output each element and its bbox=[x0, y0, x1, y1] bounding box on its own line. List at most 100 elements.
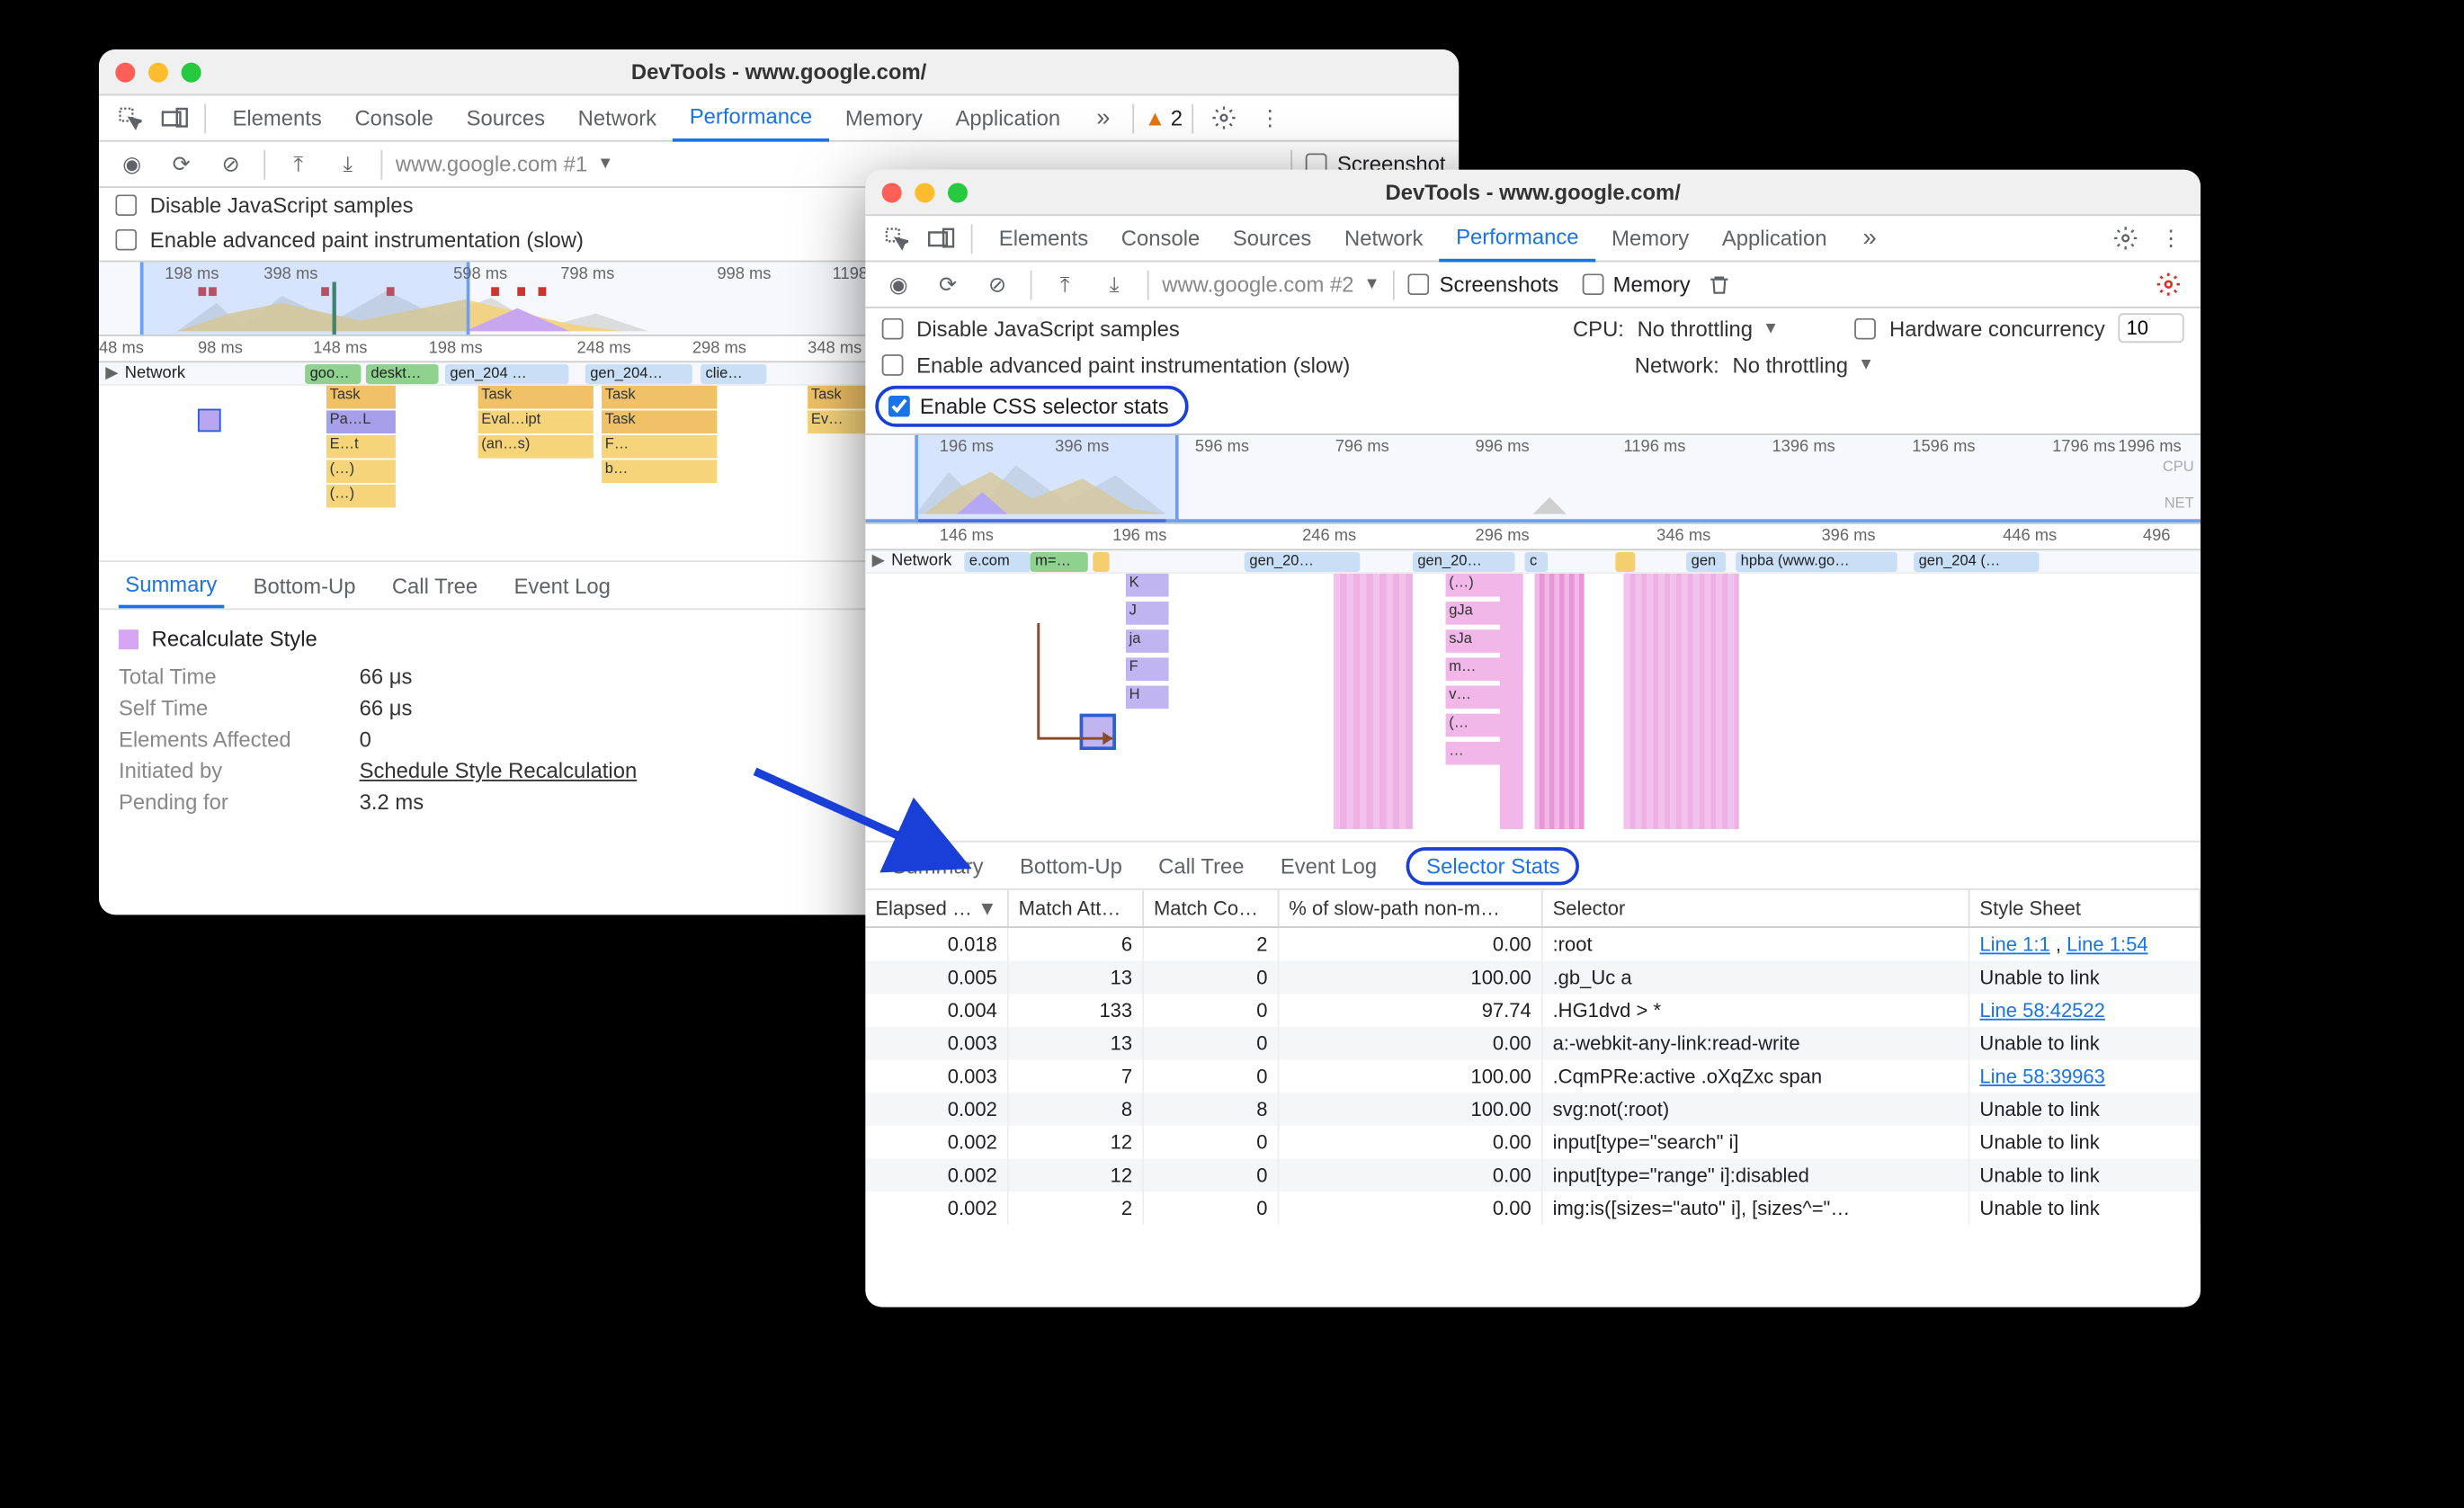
network-request[interactable]: gen_204 … bbox=[445, 364, 568, 384]
flame-frame[interactable]: F bbox=[1126, 657, 1169, 681]
disable-js-checkbox[interactable] bbox=[882, 317, 904, 339]
stylesheet-link[interactable]: Line 1:54 bbox=[2067, 932, 2148, 956]
detail-tab-summary[interactable]: Summary bbox=[885, 843, 990, 888]
detail-tab-selector-stats[interactable]: Selector Stats bbox=[1406, 846, 1579, 884]
flame-frame[interactable]: Task bbox=[478, 386, 594, 409]
detail-tab-summary[interactable]: Summary bbox=[119, 562, 224, 608]
network-request[interactable]: gen_204 (… bbox=[1914, 552, 2039, 572]
minimize-icon[interactable] bbox=[915, 183, 934, 202]
flame-frame[interactable]: K bbox=[1126, 574, 1169, 597]
stylesheet-link[interactable]: Line 58:42522 bbox=[1979, 999, 2104, 1022]
kebab-menu-icon[interactable]: ⋮ bbox=[1250, 98, 1290, 138]
tab-performance[interactable]: Performance bbox=[1440, 215, 1595, 261]
col-header[interactable]: Match Att… bbox=[1008, 890, 1143, 927]
flame-frame[interactable]: Task bbox=[602, 386, 717, 409]
tab-console[interactable]: Console bbox=[1104, 215, 1216, 261]
reload-icon[interactable]: ⟳ bbox=[162, 144, 201, 183]
advanced-paint-checkbox[interactable] bbox=[882, 354, 904, 376]
flame-frame[interactable]: (…) bbox=[326, 460, 396, 483]
tab-application[interactable]: Application bbox=[1706, 215, 1844, 261]
minimize-icon[interactable] bbox=[148, 62, 168, 82]
network-request[interactable]: gen_20… bbox=[1245, 552, 1360, 572]
reload-icon[interactable]: ⟳ bbox=[928, 264, 968, 304]
col-header[interactable]: Style Sheet bbox=[1969, 890, 2201, 927]
flame-frame[interactable]: ja bbox=[1126, 629, 1169, 653]
stylesheet-link[interactable]: Line 58:39963 bbox=[1979, 1065, 2104, 1088]
stylesheet-link[interactable]: Line 1:1 bbox=[1979, 932, 2049, 956]
more-tabs-icon[interactable]: » bbox=[1084, 98, 1123, 138]
flame-frame[interactable]: F… bbox=[602, 435, 717, 459]
screenshots-checkbox[interactable] bbox=[1408, 273, 1430, 295]
col-header[interactable]: Elapsed … ▼ bbox=[865, 890, 1007, 927]
close-icon[interactable] bbox=[115, 62, 135, 82]
tab-elements[interactable]: Elements bbox=[982, 215, 1104, 261]
network-request[interactable]: m=… bbox=[1031, 552, 1088, 572]
col-header[interactable]: % of slow-path non-m… bbox=[1278, 890, 1541, 927]
download-icon[interactable]: ⤓ bbox=[1094, 264, 1134, 304]
advanced-paint-checkbox[interactable] bbox=[115, 229, 137, 251]
warning-badge[interactable]: ▲ 2 bbox=[1145, 105, 1183, 129]
flame-frame[interactable]: sJa bbox=[1446, 629, 1502, 653]
tab-network[interactable]: Network bbox=[1328, 215, 1440, 261]
overview-minimap[interactable]: CPU NET 196 ms396 ms596 ms796 ms996 ms11… bbox=[865, 433, 2201, 524]
clear-icon[interactable]: ⊘ bbox=[978, 264, 1017, 304]
network-request[interactable]: gen_204… bbox=[585, 364, 692, 384]
flame-frame[interactable]: J bbox=[1126, 602, 1169, 625]
tab-sources[interactable]: Sources bbox=[1217, 215, 1328, 261]
upload-icon[interactable]: ⤒ bbox=[279, 144, 318, 183]
settings-warning-icon[interactable] bbox=[2147, 264, 2187, 304]
detail-tab-event-log[interactable]: Event Log bbox=[507, 562, 617, 608]
flame-frame[interactable]: (…) bbox=[1446, 574, 1502, 597]
zoom-icon[interactable] bbox=[182, 62, 201, 82]
flame-frame[interactable]: … bbox=[1446, 742, 1502, 765]
col-header[interactable]: Match Co… bbox=[1143, 890, 1278, 927]
network-track[interactable]: ▶ Network e.comm=…gen_20…gen_20…cgenhpba… bbox=[865, 550, 2201, 574]
table-row[interactable]: 0.0021200.00input[type="search" i]Unable… bbox=[865, 1126, 2200, 1159]
flame-frame[interactable]: Task bbox=[602, 410, 717, 433]
flame-frame[interactable]: gJa bbox=[1446, 602, 1502, 625]
network-request[interactable]: goo… bbox=[305, 364, 361, 384]
settings-gear-icon[interactable] bbox=[1204, 98, 1244, 138]
flame-frame[interactable]: Task bbox=[808, 386, 873, 409]
flame-frame[interactable]: Ev… bbox=[808, 410, 873, 433]
network-request[interactable]: gen bbox=[1686, 552, 1726, 572]
garbage-collect-icon[interactable] bbox=[1701, 264, 1740, 304]
detail-tab-call-tree[interactable]: Call Tree bbox=[1152, 843, 1251, 888]
zoom-icon[interactable] bbox=[948, 183, 968, 202]
recording-dropdown[interactable]: www.google.com #2 ▼ bbox=[1162, 272, 1379, 296]
initiated-link[interactable]: Schedule Style Recalculation bbox=[360, 758, 638, 782]
css-selector-stats-checkbox[interactable] bbox=[888, 396, 910, 417]
network-request[interactable] bbox=[1093, 552, 1109, 572]
css-selector-stats-option[interactable]: Enable CSS selector stats bbox=[875, 386, 1188, 427]
tab-sources[interactable]: Sources bbox=[450, 94, 561, 140]
tab-network[interactable]: Network bbox=[561, 94, 673, 140]
disable-js-checkbox[interactable] bbox=[115, 194, 137, 216]
table-row[interactable]: 0.00288100.00svg:not(:root)Unable to lin… bbox=[865, 1093, 2200, 1126]
table-row[interactable]: 0.0021200.00input[type="range" i]:disabl… bbox=[865, 1159, 2200, 1192]
detail-tab-bottom-up[interactable]: Bottom-Up bbox=[246, 562, 362, 608]
tab-elements[interactable]: Elements bbox=[216, 94, 338, 140]
flame-frame[interactable]: b… bbox=[602, 460, 717, 483]
tab-memory[interactable]: Memory bbox=[1595, 215, 1706, 261]
tab-memory[interactable]: Memory bbox=[828, 94, 939, 140]
flame-frame[interactable]: H bbox=[1126, 686, 1169, 709]
network-request[interactable]: c bbox=[1525, 552, 1549, 572]
table-row[interactable]: 0.00370100.00.CqmPRe:active .oXqZxc span… bbox=[865, 1060, 2200, 1093]
detail-tab-event-log[interactable]: Event Log bbox=[1274, 843, 1384, 888]
memory-checkbox[interactable] bbox=[1582, 273, 1603, 295]
flame-frame[interactable]: Task bbox=[326, 386, 396, 409]
download-icon[interactable]: ⤓ bbox=[328, 144, 368, 183]
close-icon[interactable] bbox=[882, 183, 902, 202]
inspect-icon[interactable] bbox=[875, 219, 915, 258]
hw-concurrency-checkbox[interactable] bbox=[1855, 317, 1877, 339]
flame-chart[interactable]: ▶ Network e.comm=…gen_20…gen_20…cgenhpba… bbox=[865, 550, 2201, 841]
device-toggle-icon[interactable] bbox=[922, 219, 961, 258]
network-request[interactable] bbox=[1615, 552, 1635, 572]
network-request[interactable]: hpba (www.go… bbox=[1736, 552, 1897, 572]
network-request[interactable]: e.com bbox=[964, 552, 1030, 572]
titlebar[interactable]: DevTools - www.google.com/ bbox=[865, 170, 2201, 216]
selector-stats-table[interactable]: Elapsed … ▼Match Att…Match Co…% of slow-… bbox=[865, 890, 2201, 1225]
time-ruler[interactable]: 146 ms196 ms246 ms296 ms346 ms396 ms446 … bbox=[865, 524, 2201, 550]
cpu-dropdown[interactable]: No throttling ▼ bbox=[1638, 316, 1780, 340]
flame-frame[interactable]: m… bbox=[1446, 657, 1502, 681]
